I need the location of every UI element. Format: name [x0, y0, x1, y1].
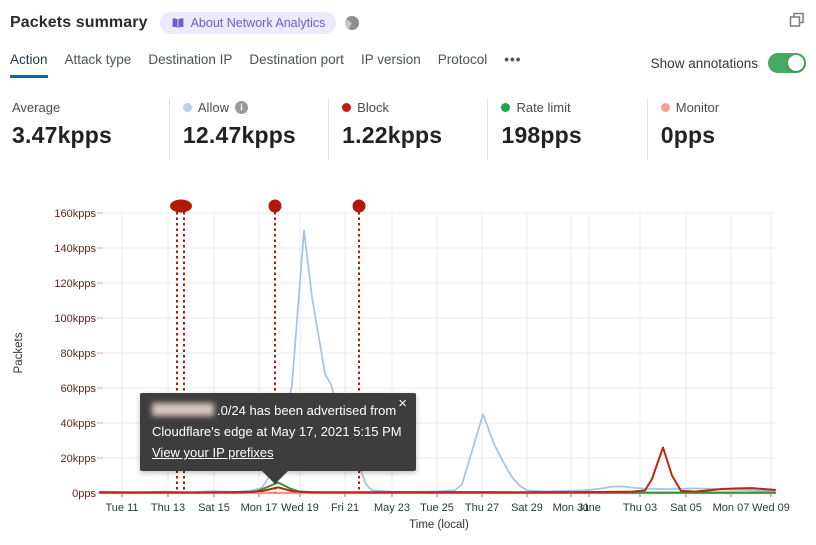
stat-label: Monitor [675, 99, 720, 115]
stat-average: Average 3.47kpps [10, 98, 169, 160]
monitor-legend-dot [660, 102, 670, 112]
x-tick-label: Thu 13 [151, 502, 185, 514]
y-tick-label: 60kpps [61, 383, 97, 395]
annotation-marker[interactable] [268, 199, 282, 213]
stat-monitor: Monitor 0pps [646, 98, 806, 160]
network-analytics-panel: Packets summary About Network Analytics … [0, 0, 816, 545]
x-tick-label: Sat 15 [198, 502, 230, 514]
y-tick-label: 120kpps [54, 278, 96, 290]
stat-label: Block [357, 99, 389, 115]
usage-pie-icon[interactable] [345, 16, 360, 30]
book-icon [171, 17, 184, 29]
block-legend-dot [342, 102, 352, 112]
view-ip-prefixes-link[interactable]: View your IP prefixes [152, 445, 274, 460]
page-title: Packets summary [10, 14, 148, 31]
stat-value: 12.47kpps [182, 122, 296, 148]
stat-label: Average [12, 99, 61, 115]
y-tick-label: 160kpps [54, 208, 96, 220]
y-axis-title: Packets [13, 332, 25, 373]
y-tick-label: 140kpps [54, 243, 96, 255]
close-icon[interactable]: × [398, 396, 407, 412]
x-tick-label: Tue 25 [420, 502, 454, 514]
x-tick-label: Wed 09 [752, 502, 790, 514]
x-tick-label: Tue 11 [105, 502, 138, 514]
tab-ip-version[interactable]: IP version [361, 52, 421, 75]
tab-protocol[interactable]: Protocol [438, 52, 488, 75]
tooltip-line2: Cloudflare's edge at May 17, 2021 5:15 P… [152, 424, 402, 439]
tab-destination-port[interactable]: Destination port [249, 52, 344, 75]
x-tick-label: Thu 27 [465, 502, 499, 514]
x-axis-title: Time (local) [409, 519, 469, 531]
badge-label: About Network Analytics [190, 16, 326, 30]
x-tick-label: Mon 07 [713, 502, 750, 514]
tab-attack-type[interactable]: Attack type [65, 52, 132, 75]
stat-label: Allow [197, 99, 229, 115]
annotation-tooltip: × .0/24 has been advertised from Cloudfl… [140, 393, 416, 484]
annotation-marker[interactable] [352, 199, 366, 213]
x-tick-label: May 23 [374, 502, 410, 514]
stat-value: 0pps [660, 122, 716, 148]
x-tick-label: Mon 17 [241, 502, 278, 514]
allow-legend-dot [182, 102, 192, 112]
show-annotations-control: Show annotations [651, 53, 806, 73]
y-tick-label: 80kpps [61, 348, 97, 360]
packets-time-series-chart[interactable]: 0pps 20kpps 40kpps 60kpps 80kpps 100kpps 120kp… [0, 190, 816, 545]
stat-value: 198pps [501, 122, 582, 148]
toggle-knob [788, 55, 804, 71]
stat-allow: Allow i 12.47kpps [168, 98, 328, 160]
tooltip-caret [262, 471, 288, 484]
x-tick-label: Fri 21 [331, 502, 359, 514]
y-tick-label: 20kpps [61, 453, 97, 465]
redacted-ip-prefix [152, 403, 214, 416]
x-tick-label: Sat 29 [511, 502, 543, 514]
y-tick-label: 0pps [72, 488, 96, 500]
x-tick-label: Sat 05 [670, 502, 702, 514]
about-network-analytics-badge[interactable]: About Network Analytics [159, 12, 337, 34]
show-annotations-toggle[interactable] [768, 53, 806, 73]
x-tick-label: Thu 03 [623, 502, 657, 514]
info-icon[interactable]: i [234, 100, 248, 114]
x-tick-label: June [577, 502, 601, 514]
stat-value: 1.22kpps [342, 122, 443, 148]
tooltip-line1: .0/24 has been advertised from [152, 400, 404, 421]
stat-label: Rate limit [516, 99, 571, 115]
stat-rate-limit: Rate limit 198pps [487, 98, 646, 160]
stat-block: Block 1.22kpps [328, 98, 487, 160]
show-annotations-label: Show annotations [650, 55, 758, 71]
y-tick-label: 100kpps [54, 313, 96, 325]
header: Packets summary About Network Analytics [10, 10, 806, 36]
x-tick-label: Wed 19 [281, 502, 319, 514]
tab-action[interactable]: Action [10, 52, 48, 78]
y-tick-label: 40kpps [61, 418, 97, 430]
annotation-marker-double[interactable] [170, 199, 192, 213]
popout-window-icon[interactable] [788, 11, 806, 29]
summary-stats: Average 3.47kpps Allow i 12.47kpps Block… [10, 98, 806, 160]
rate-limit-legend-dot [501, 102, 511, 112]
tab-more-ellipsis[interactable]: ••• [504, 52, 521, 75]
stat-value: 3.47kpps [12, 122, 113, 148]
tab-destination-ip[interactable]: Destination IP [148, 52, 232, 75]
